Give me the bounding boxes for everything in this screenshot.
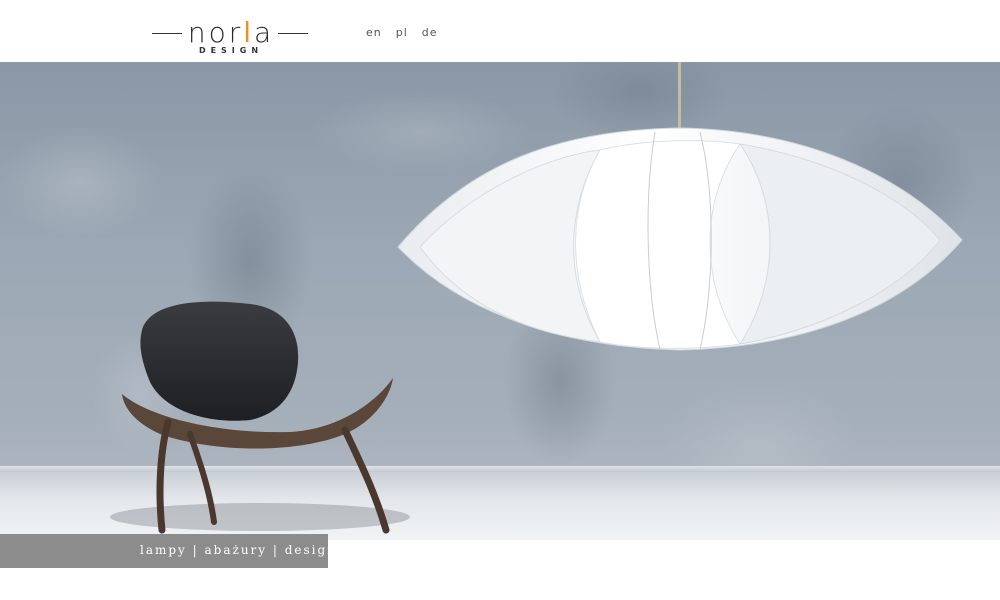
logo[interactable]: norla DESIGN	[152, 16, 312, 58]
pendant-lamp-image	[397, 127, 963, 351]
language-switcher: en pl de	[366, 26, 438, 39]
language-link-de[interactable]: de	[422, 26, 438, 39]
logo-right-line	[278, 33, 308, 34]
tagline-bar: lampy | abażury | design	[0, 534, 335, 568]
logo-subtitle: DESIGN	[198, 46, 264, 55]
page: norla DESIGN en pl de lampy | abażury | …	[0, 0, 1000, 600]
language-link-pl[interactable]: pl	[396, 26, 408, 39]
shell-chair-image	[110, 301, 410, 534]
language-link-en[interactable]: en	[366, 26, 382, 39]
tagline-text: lampy | abażury | design	[140, 543, 337, 557]
hero-illustration	[110, 127, 963, 534]
logo-wordmark-end: a	[254, 16, 275, 49]
site-header: norla DESIGN en pl de	[0, 0, 1000, 62]
logo-wordmark: norla	[186, 16, 276, 50]
hero-banner	[0, 62, 1000, 540]
logo-wordmark-accent: l	[243, 16, 254, 49]
logo-left-line	[152, 33, 182, 34]
logo-wordmark-start: nor	[187, 16, 244, 49]
